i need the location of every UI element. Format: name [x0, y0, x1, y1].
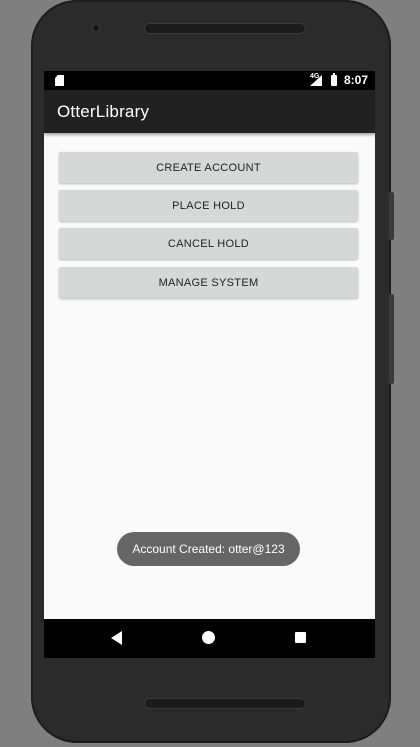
- front-camera-icon: [91, 23, 101, 33]
- place-hold-button[interactable]: PLACE HOLD: [59, 190, 358, 221]
- status-bar: 4G 8:07: [44, 71, 375, 90]
- battery-icon: [331, 73, 337, 86]
- toast-message: Account Created: otter@123: [117, 532, 300, 566]
- home-icon[interactable]: [202, 631, 215, 644]
- recent-apps-icon[interactable]: [295, 632, 306, 643]
- power-button[interactable]: [389, 192, 394, 240]
- create-account-button[interactable]: CREATE ACCOUNT: [59, 152, 358, 183]
- sd-card-icon: [55, 75, 64, 86]
- status-clock: 8:07: [344, 73, 369, 87]
- app-toolbar: OtterLibrary: [44, 90, 375, 133]
- toast-text: Account Created: otter@123: [132, 542, 285, 556]
- back-icon[interactable]: [111, 631, 122, 645]
- phone-top-bezel: [31, 0, 391, 70]
- volume-button[interactable]: [389, 294, 394, 384]
- cancel-hold-button[interactable]: CANCEL HOLD: [59, 228, 358, 259]
- earpiece-speaker: [144, 23, 306, 34]
- device-screen: 4G 8:07 OtterLibrary CREATE ACCOUNT PLAC…: [44, 71, 375, 658]
- navigation-bar: [44, 619, 375, 658]
- app-title: OtterLibrary: [57, 102, 150, 121]
- bottom-speaker: [144, 698, 306, 709]
- manage-system-button[interactable]: MANAGE SYSTEM: [59, 267, 358, 298]
